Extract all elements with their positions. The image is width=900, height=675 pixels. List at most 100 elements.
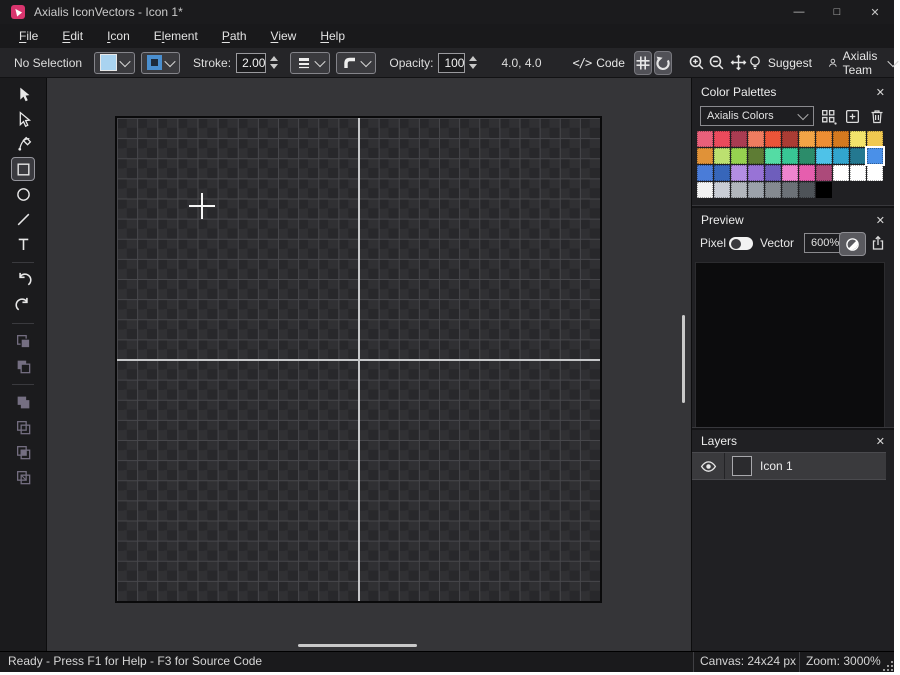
color-swatch[interactable] [697, 131, 713, 147]
redo-button[interactable] [11, 293, 35, 317]
color-swatch[interactable] [731, 165, 747, 181]
spin-down-icon[interactable] [469, 64, 477, 69]
color-swatch[interactable] [714, 148, 730, 164]
account-menu[interactable]: Axialis Team [828, 49, 897, 77]
color-swatch[interactable] [765, 182, 781, 198]
opacity-stepper[interactable] [469, 56, 477, 69]
menu-icon[interactable]: Icon [95, 25, 142, 47]
close-icon[interactable]: ✕ [876, 214, 885, 227]
color-swatch[interactable] [799, 182, 815, 198]
color-swatch[interactable] [765, 165, 781, 181]
color-swatch[interactable] [816, 131, 832, 147]
spin-up-icon[interactable] [469, 56, 477, 61]
color-swatch[interactable] [816, 148, 832, 164]
minimize-button[interactable]: — [780, 0, 818, 24]
color-swatch[interactable] [748, 182, 764, 198]
snap-toggle-button[interactable] [654, 51, 672, 75]
maximize-button[interactable]: □ [818, 0, 856, 24]
color-swatch[interactable] [782, 131, 798, 147]
preview-background-button[interactable] [839, 232, 866, 256]
color-swatch[interactable] [748, 148, 764, 164]
pen-tool[interactable] [11, 132, 35, 156]
close-icon[interactable]: ✕ [876, 86, 885, 99]
resize-grip[interactable] [883, 661, 893, 671]
line-tool[interactable] [11, 207, 35, 231]
menu-path[interactable]: Path [210, 25, 259, 47]
send-backward-button[interactable] [11, 354, 35, 378]
color-swatch[interactable] [850, 165, 866, 181]
close-button[interactable]: ✕ [856, 0, 894, 24]
color-swatch[interactable] [799, 131, 815, 147]
subtract-button[interactable] [11, 415, 35, 439]
rectangle-tool[interactable] [11, 157, 35, 181]
color-swatch[interactable] [867, 165, 883, 181]
intersect-button[interactable] [11, 440, 35, 464]
zoom-in-button[interactable] [688, 51, 705, 75]
stroke-width-input[interactable]: 2.00 [236, 53, 266, 73]
color-swatch[interactable] [748, 131, 764, 147]
canvas-area[interactable] [47, 78, 691, 652]
palette-view-button[interactable] [820, 108, 837, 125]
add-palette-button[interactable] [844, 108, 861, 125]
color-swatch[interactable] [850, 131, 866, 147]
color-swatch[interactable] [816, 182, 832, 198]
grid-toggle-button[interactable] [634, 51, 652, 75]
color-swatch[interactable] [799, 148, 815, 164]
color-swatch[interactable] [714, 131, 730, 147]
color-swatch[interactable] [850, 148, 866, 164]
fill-color-button[interactable] [94, 52, 135, 74]
undo-button[interactable] [11, 268, 35, 292]
delete-palette-button[interactable] [869, 108, 885, 125]
color-swatch[interactable] [731, 148, 747, 164]
color-swatch[interactable] [867, 148, 883, 164]
menu-element[interactable]: Element [142, 25, 210, 47]
close-icon[interactable]: ✕ [876, 435, 885, 448]
color-swatch[interactable] [833, 131, 849, 147]
zoom-out-button[interactable] [708, 51, 725, 75]
color-swatch[interactable] [714, 165, 730, 181]
stroke-color-button[interactable] [141, 52, 180, 74]
pixel-vector-toggle[interactable] [729, 237, 753, 250]
color-swatch[interactable] [816, 165, 832, 181]
vertical-scrollbar[interactable] [682, 315, 685, 403]
menu-view[interactable]: View [259, 25, 309, 47]
direct-select-tool[interactable] [11, 107, 35, 131]
center-view-button[interactable] [730, 51, 747, 75]
ellipse-tool[interactable] [11, 182, 35, 206]
corner-style-dropdown[interactable] [336, 52, 376, 74]
color-swatch[interactable] [765, 148, 781, 164]
palette-select[interactable]: Axialis Colors [700, 106, 814, 126]
menu-file[interactable]: File [7, 25, 50, 47]
layer-row[interactable]: Icon 1 [692, 452, 886, 480]
color-swatch[interactable] [833, 165, 849, 181]
union-button[interactable] [11, 390, 35, 414]
spin-up-icon[interactable] [270, 56, 278, 61]
color-swatch[interactable] [833, 148, 849, 164]
menu-help[interactable]: Help [308, 25, 357, 47]
opacity-input[interactable]: 100 [438, 53, 465, 73]
suggest-button[interactable]: Suggest [747, 55, 812, 71]
color-swatch[interactable] [799, 165, 815, 181]
layer-visibility-toggle[interactable] [700, 458, 717, 475]
export-preview-button[interactable] [870, 235, 886, 251]
color-swatch[interactable] [782, 165, 798, 181]
stroke-style-dropdown[interactable] [290, 52, 330, 74]
color-swatch[interactable] [697, 165, 713, 181]
color-swatch[interactable] [782, 148, 798, 164]
code-button[interactable]: </> Code [573, 56, 625, 70]
color-swatch[interactable] [782, 182, 798, 198]
color-swatch[interactable] [697, 148, 713, 164]
select-tool[interactable] [11, 82, 35, 106]
text-tool[interactable] [11, 232, 35, 256]
bring-forward-button[interactable] [11, 329, 35, 353]
color-swatch[interactable] [765, 131, 781, 147]
menu-edit[interactable]: Edit [50, 25, 95, 47]
stroke-width-stepper[interactable] [270, 56, 278, 69]
color-swatch[interactable] [697, 182, 713, 198]
spin-down-icon[interactable] [270, 64, 278, 69]
color-swatch[interactable] [748, 165, 764, 181]
color-swatch[interactable] [867, 131, 883, 147]
color-swatch[interactable] [714, 182, 730, 198]
color-swatch[interactable] [731, 131, 747, 147]
horizontal-scrollbar[interactable] [298, 644, 417, 647]
